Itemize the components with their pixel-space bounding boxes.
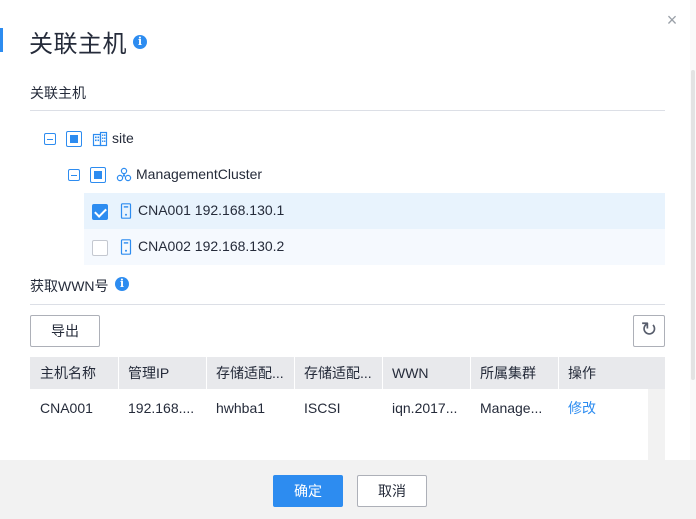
dialog-title: 关联主机: [29, 31, 127, 58]
confirm-button[interactable]: 确定: [273, 475, 343, 507]
host-checkbox[interactable]: [92, 204, 108, 220]
site-checkbox[interactable]: [66, 131, 82, 147]
tree-node-label[interactable]: ManagementCluster: [136, 166, 262, 182]
column-header[interactable]: 存储适配...: [294, 357, 382, 389]
server-icon: [120, 203, 132, 219]
table-cell: hwhba1: [216, 400, 266, 416]
building-icon: [92, 131, 108, 147]
close-icon[interactable]: ×: [664, 11, 680, 29]
table-scrollbar[interactable]: [648, 389, 665, 460]
column-header[interactable]: 所属集群: [470, 357, 558, 389]
column-header[interactable]: 管理IP: [118, 357, 206, 389]
dialog-footer: 确定 取消: [0, 460, 696, 519]
modify-link[interactable]: 修改: [558, 389, 638, 427]
section-divider: [30, 304, 665, 305]
table-cell: CNA001: [40, 400, 93, 416]
collapse-icon[interactable]: [44, 133, 56, 145]
tree-row-site[interactable]: site: [30, 121, 665, 157]
title-accent-bar: [0, 28, 3, 52]
info-icon[interactable]: i: [115, 277, 129, 291]
section-divider: [30, 110, 665, 111]
section-label-hosts: 关联主机: [30, 85, 86, 101]
tree-row-host[interactable]: CNA001 192.168.130.1: [84, 193, 665, 229]
associate-host-dialog: 关联主机 i × 关联主机 site ManagementCluster CNA…: [0, 0, 696, 519]
tree-node-label[interactable]: CNA002 192.168.130.2: [138, 238, 284, 254]
tree-node-label[interactable]: site: [112, 130, 134, 146]
cancel-button[interactable]: 取消: [357, 475, 427, 507]
tree-row-host[interactable]: CNA002 192.168.130.2: [84, 229, 665, 265]
section-label-wwn: 获取WWN号: [30, 278, 109, 294]
server-icon: [120, 239, 132, 255]
column-header[interactable]: WWN: [382, 357, 470, 389]
table-cell: ISCSI: [304, 400, 341, 416]
table-cell: 192.168....: [128, 400, 195, 416]
export-button[interactable]: 导出: [30, 315, 100, 347]
host-checkbox[interactable]: [92, 240, 108, 256]
cluster-checkbox[interactable]: [90, 167, 106, 183]
info-icon[interactable]: i: [133, 35, 147, 49]
column-header[interactable]: 存储适配...: [206, 357, 294, 389]
collapse-icon[interactable]: [68, 169, 80, 181]
dialog-scrollbar-thumb[interactable]: [691, 70, 695, 380]
table-header: 主机名称 管理IP 存储适配... 存储适配... WWN 所属集群 操作: [30, 357, 665, 389]
cluster-icon: [116, 167, 132, 182]
table-cell: Manage...: [480, 400, 543, 416]
tree-row-cluster[interactable]: ManagementCluster: [30, 157, 665, 193]
column-header: 操作: [568, 365, 596, 381]
tree-node-label[interactable]: CNA001 192.168.130.1: [138, 202, 284, 218]
refresh-icon[interactable]: ↻: [633, 315, 665, 347]
table-cell: iqn.2017...: [392, 400, 458, 416]
column-header[interactable]: 主机名称: [30, 357, 118, 389]
